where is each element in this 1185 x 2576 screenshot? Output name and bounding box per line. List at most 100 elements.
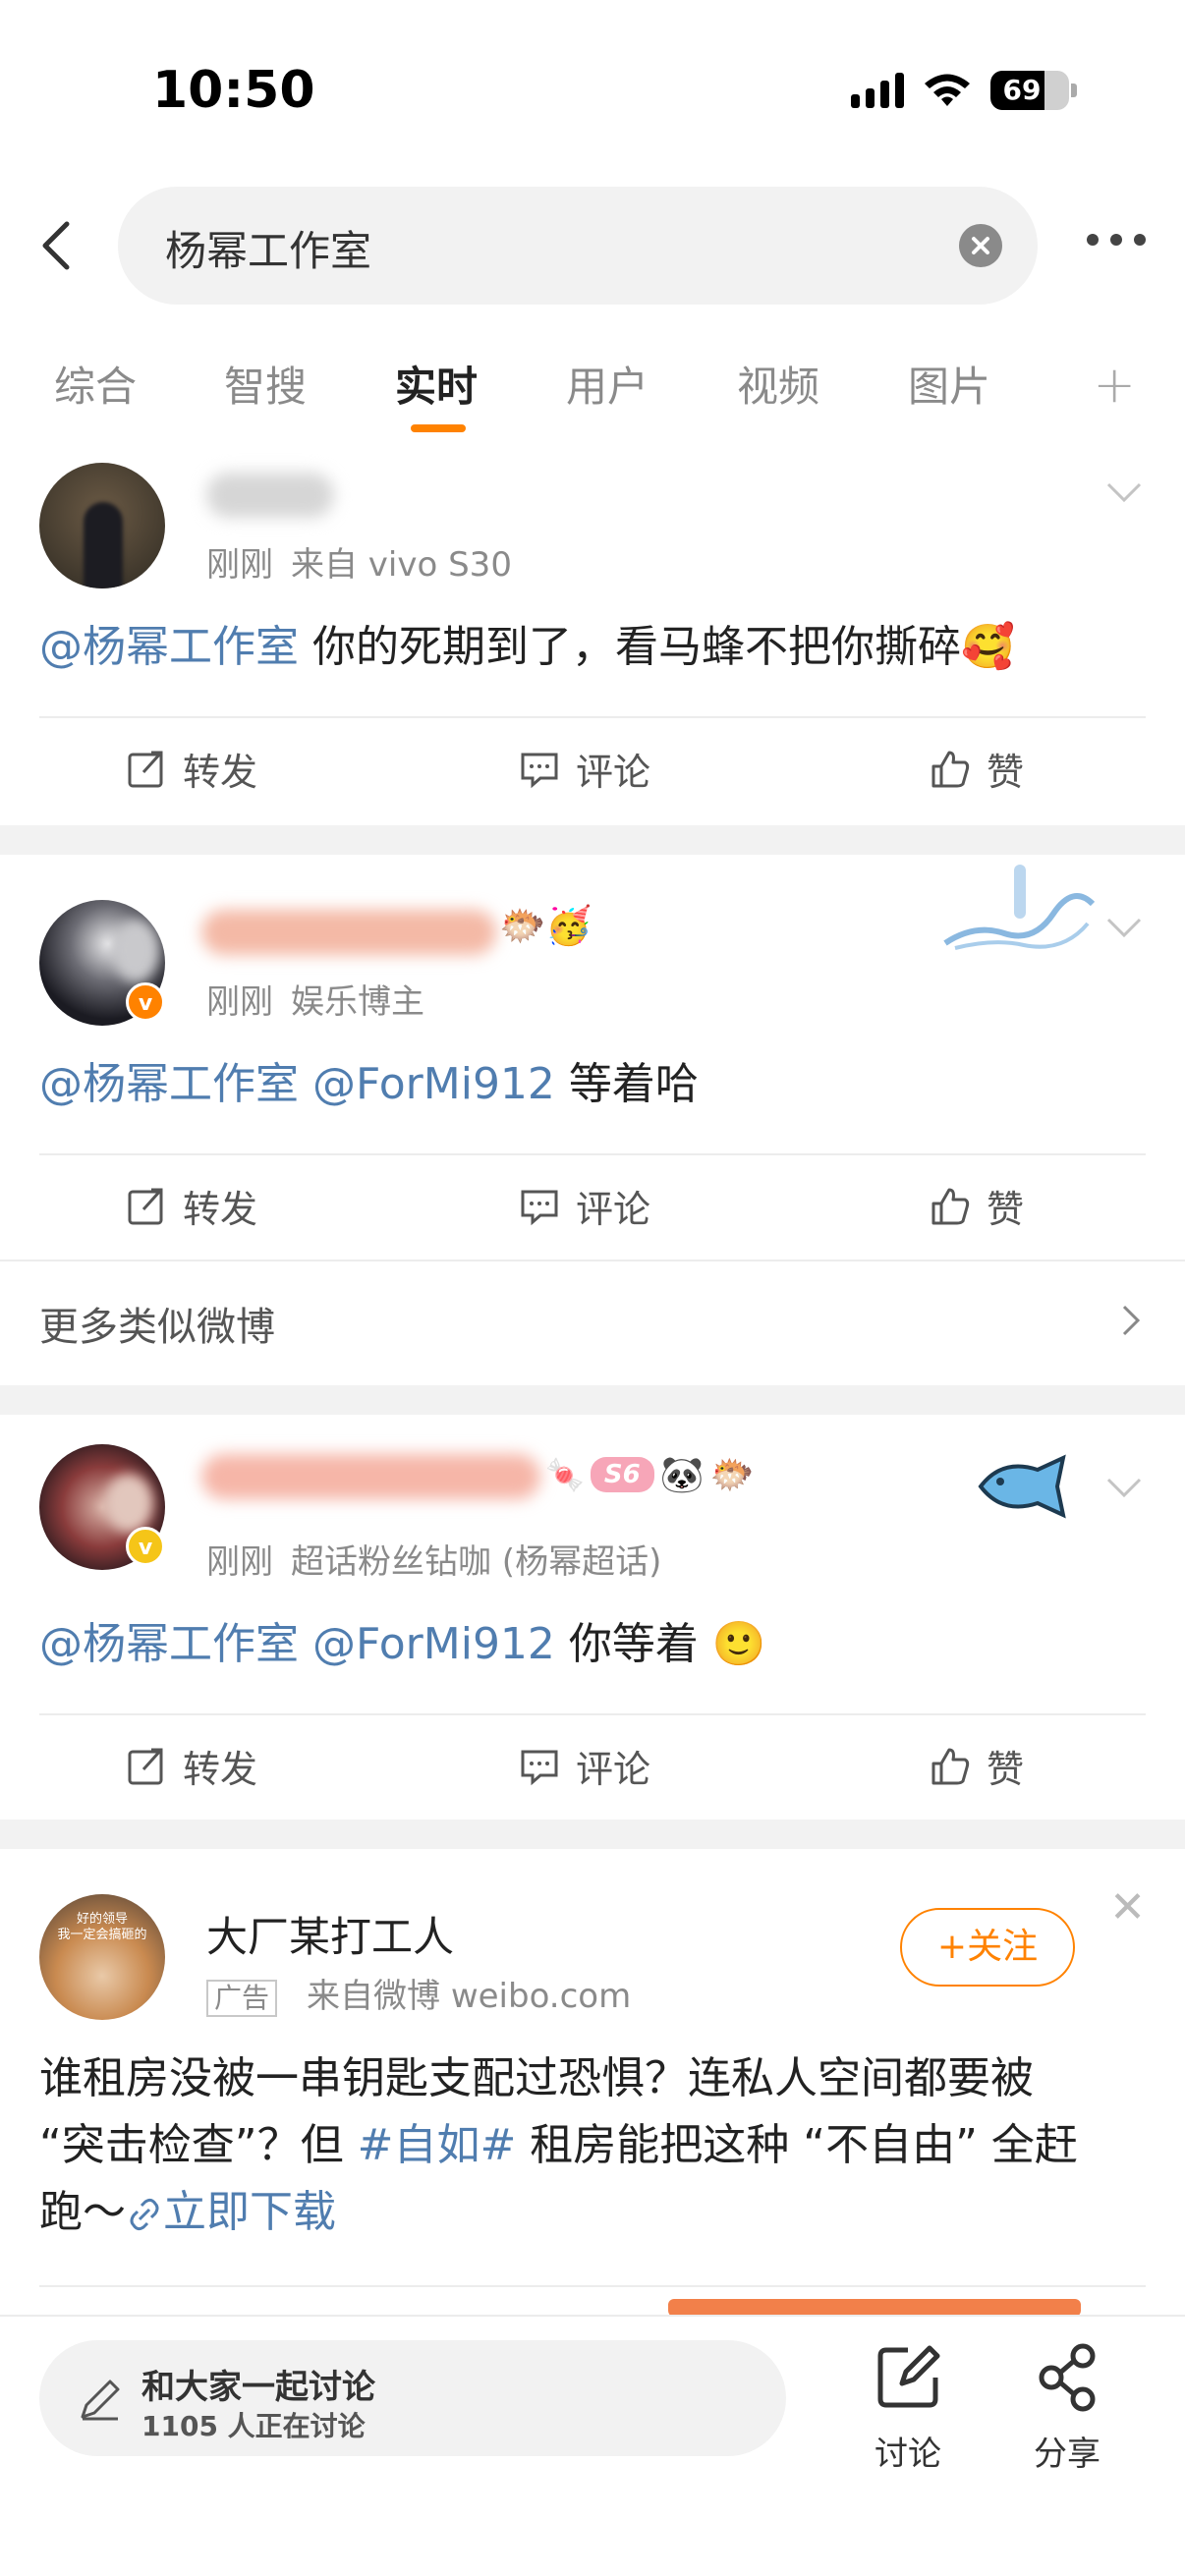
thumbs-up-icon: [931, 1748, 970, 1784]
clear-search-button[interactable]: [959, 224, 1002, 267]
search-header: 杨幂工作室: [0, 187, 1185, 305]
chevron-down-icon[interactable]: [1102, 471, 1146, 514]
more-options-button[interactable]: [1087, 234, 1146, 246]
close-ad-icon[interactable]: ✕: [1109, 1882, 1146, 1932]
discussion-input[interactable]: 和大家一起讨论 1105 人正在讨论: [39, 2340, 786, 2456]
like-button[interactable]: 赞: [930, 742, 1024, 796]
fan-badge-icon: 🍬: [545, 1456, 585, 1493]
avatar-caption: 我一定会搞砸的: [57, 1928, 147, 1942]
mention-link[interactable]: @ForMi912: [312, 1059, 555, 1109]
post-text: 等着哈: [554, 1059, 699, 1109]
status-bar: 10:50 69: [0, 0, 1185, 167]
edit-square-icon: [877, 2345, 940, 2408]
discussion-count: 1105 人正在讨论: [141, 2410, 366, 2442]
section-divider: [0, 1385, 1185, 1415]
post-source: 来自微博 weibo.com: [307, 1977, 632, 2016]
emoji: 🥰: [961, 622, 1015, 672]
repost-button[interactable]: 转发: [126, 742, 257, 796]
like-button[interactable]: 赞: [930, 1179, 1024, 1233]
chevron-right-icon: [1122, 1305, 1141, 1336]
ad-content: 谁租房没被一串钥匙支配过恐惧？连私人空间都要被 “突击检查”？但 #自如# 租房…: [39, 2053, 1078, 2237]
wifi-icon: [925, 74, 970, 106]
tab-comprehensive[interactable]: 综合: [54, 354, 137, 414]
avatar[interactable]: [39, 463, 165, 588]
post-time: 刚刚: [206, 982, 273, 1022]
chevron-down-icon[interactable]: [1102, 906, 1146, 949]
post-content: @杨幂工作室 你的死期到了，看马蜂不把你撕碎🥰: [39, 616, 1146, 679]
puffer-fish-icon: 🐡: [709, 1455, 755, 1495]
more-similar-link[interactable]: 更多类似微博: [0, 1260, 1185, 1377]
tab-videos[interactable]: 视频: [737, 354, 819, 414]
post-content: @杨幂工作室 @ForMi912 等着哈: [39, 1053, 1146, 1116]
avatar-caption: 好的领导: [76, 1912, 128, 1927]
link-icon: [130, 2198, 159, 2231]
post-text: 你等着: [554, 1619, 699, 1669]
cellular-signal-icon: [851, 73, 904, 108]
mention-link[interactable]: @杨幂工作室: [39, 622, 299, 672]
hashtag-link[interactable]: #自如#: [358, 2120, 517, 2170]
verified-badge-icon: v: [126, 982, 165, 1022]
tab-smart-search[interactable]: 智搜: [224, 354, 307, 414]
thumbs-up-icon: [931, 751, 970, 787]
tab-realtime[interactable]: 实时: [395, 354, 478, 414]
post-meta: 刚刚 娱乐博主: [206, 975, 424, 1023]
avatar[interactable]: 好的领导 我一定会搞砸的: [39, 1894, 165, 2020]
back-arrow-icon[interactable]: [29, 216, 88, 275]
battery-icon: 69: [990, 71, 1069, 110]
comment-button[interactable]: 评论: [519, 1179, 650, 1233]
post-card[interactable]: v 🐡🥳 刚刚 娱乐博主 @杨幂工作室 @ForMi912 等着哈 转发 评论 赞…: [0, 855, 1185, 1385]
username-blurred[interactable]: [201, 1454, 540, 1499]
comment-button[interactable]: 评论: [519, 1739, 650, 1793]
download-link[interactable]: 立即下载: [126, 2187, 336, 2237]
fish-decoration-icon: [978, 1454, 1066, 1519]
close-icon: [972, 237, 989, 254]
search-input[interactable]: 杨幂工作室: [118, 187, 1038, 305]
repost-button[interactable]: 转发: [126, 1739, 257, 1793]
tab-users[interactable]: 用户: [566, 354, 649, 414]
mention-link[interactable]: @杨幂工作室: [39, 1059, 299, 1109]
post-card[interactable]: v 🍬 S6 🐼 🐡 刚刚 超话粉丝钻咖 (杨幂超话) @杨幂工作室 @ForMi…: [0, 1415, 1185, 1818]
repost-icon: [128, 1748, 163, 1784]
ad-image-preview[interactable]: [39, 2285, 1146, 2315]
comment-icon: [521, 1750, 558, 1785]
mention-link[interactable]: @ForMi912: [312, 1619, 555, 1669]
post-card[interactable]: 刚刚 来自 vivo S30 @杨幂工作室 你的死期到了，看马蜂不把你撕碎🥰 转发…: [0, 447, 1185, 825]
post-content: @杨幂工作室 @ForMi912 你等着 🙂: [39, 1613, 1146, 1676]
user-badge-icons: 🐡🥳: [499, 904, 592, 947]
decorative-wave-icon: [943, 865, 1096, 950]
status-time: 10:50: [152, 61, 315, 120]
post-meta: 刚刚 来自 vivo S30: [206, 537, 512, 586]
emoji: 🙂: [711, 1619, 766, 1669]
post-time: 刚刚: [206, 1542, 273, 1582]
share-button[interactable]: 分享: [1008, 2342, 1126, 2475]
ad-tag: 广告: [206, 1980, 278, 2017]
post-meta: 刚刚 超话粉丝钻咖 (杨幂超话): [206, 1535, 661, 1583]
username-blurred[interactable]: [206, 473, 334, 518]
repost-button[interactable]: 转发: [126, 1179, 257, 1233]
follow-button[interactable]: +关注: [900, 1908, 1075, 1987]
ad-post-card[interactable]: 好的领导 我一定会搞砸的 大厂某打工人 广告 来自微博 weibo.com +关注…: [0, 1849, 1185, 2315]
tab-images[interactable]: 图片: [908, 354, 990, 414]
post-meta: 广告 来自微博 weibo.com: [206, 1969, 631, 2017]
discussion-title: 和大家一起讨论: [141, 2368, 375, 2407]
mention-link[interactable]: @杨幂工作室: [39, 1619, 299, 1669]
post-text: 你的死期到了，看马蜂不把你撕碎: [299, 622, 961, 672]
verified-badge-icon: v: [126, 1527, 165, 1566]
chevron-down-icon[interactable]: [1102, 1466, 1146, 1509]
search-query: 杨幂工作室: [165, 227, 372, 275]
post-actions: 转发 评论 赞: [39, 1153, 1146, 1260]
username-blurred[interactable]: [201, 910, 496, 955]
share-icon: [1039, 2343, 1096, 2412]
ad-author[interactable]: 大厂某打工人: [206, 1904, 454, 1964]
post-actions: 转发 评论 赞: [39, 716, 1146, 822]
comment-button[interactable]: 评论: [519, 742, 650, 796]
level-badge: S6: [590, 1457, 654, 1492]
repost-icon: [128, 751, 163, 787]
post-actions: 转发 评论 赞: [39, 1713, 1146, 1820]
add-tab-icon[interactable]: +: [1093, 356, 1136, 415]
search-tabs: 综合 智搜 实时 用户 视频 图片 +: [0, 344, 1185, 442]
svg-text:v: v: [139, 991, 153, 1016]
like-button[interactable]: 赞: [930, 1739, 1024, 1793]
discuss-button[interactable]: 讨论: [849, 2342, 967, 2475]
section-divider: [0, 825, 1185, 855]
